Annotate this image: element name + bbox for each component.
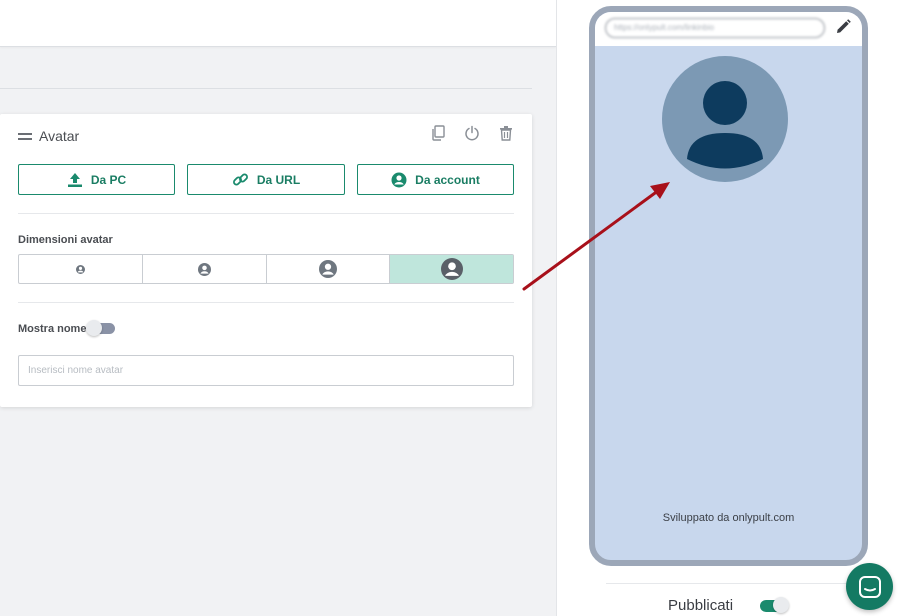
link-icon <box>232 173 248 186</box>
chat-support-button[interactable] <box>846 563 893 610</box>
from-pc-button[interactable]: Da PC <box>18 164 175 195</box>
from-account-button[interactable]: Da account <box>357 164 514 195</box>
divider <box>0 88 532 89</box>
phone-preview: https://onlypult.com/linkinbio Sviluppat… <box>589 6 868 566</box>
user-circle-icon <box>75 264 85 274</box>
user-circle-icon <box>197 262 211 276</box>
size-option-s[interactable] <box>143 255 267 283</box>
divider <box>18 213 514 214</box>
account-icon <box>391 172 407 187</box>
credit-text: Sviluppato da onlypult.com <box>662 512 795 524</box>
size-option-m[interactable] <box>267 255 391 283</box>
card-header: Avatar <box>18 128 79 144</box>
trash-icon[interactable] <box>496 123 516 143</box>
toggle-knob <box>86 320 102 336</box>
drag-handle-icon[interactable] <box>18 132 32 140</box>
power-icon[interactable] <box>462 123 482 143</box>
copy-icon[interactable] <box>428 123 448 143</box>
from-pc-label: Da PC <box>90 172 127 187</box>
page-url-field[interactable]: https://onlypult.com/linkinbio <box>605 18 825 38</box>
avatar-size-selector <box>18 254 514 284</box>
user-circle-icon <box>318 260 337 278</box>
from-account-label: Da account <box>415 172 480 187</box>
divider <box>18 302 514 303</box>
avatar-name-input[interactable] <box>18 355 514 386</box>
size-label: Dimensioni avatar <box>18 234 113 246</box>
card-title: Avatar <box>39 128 80 144</box>
user-circle-icon <box>440 258 463 280</box>
size-option-l[interactable] <box>390 255 513 283</box>
from-url-label: Da URL <box>256 172 301 187</box>
preview-panel: https://onlypult.com/linkinbio Sviluppat… <box>556 0 900 616</box>
toggle-knob <box>773 597 789 613</box>
from-url-button[interactable]: Da URL <box>187 164 345 195</box>
show-name-toggle[interactable] <box>86 320 115 336</box>
source-buttons: Da PC Da URL Da account <box>18 164 514 195</box>
top-bar <box>0 0 556 47</box>
divider <box>606 583 856 584</box>
published-label: Pubblicati <box>668 597 734 614</box>
pencil-icon[interactable] <box>834 18 854 38</box>
show-name-label: Mostra nome <box>18 323 87 335</box>
card-actions <box>428 123 516 143</box>
published-toggle[interactable] <box>760 597 789 613</box>
chat-icon <box>858 575 881 598</box>
upload-icon <box>67 172 82 187</box>
phone-top-bar: https://onlypult.com/linkinbio <box>595 12 862 46</box>
avatar-block-card: Avatar Da PC Da URL Da account Dimension… <box>0 114 532 407</box>
avatar-preview <box>662 56 788 182</box>
size-option-xs[interactable] <box>19 255 143 283</box>
